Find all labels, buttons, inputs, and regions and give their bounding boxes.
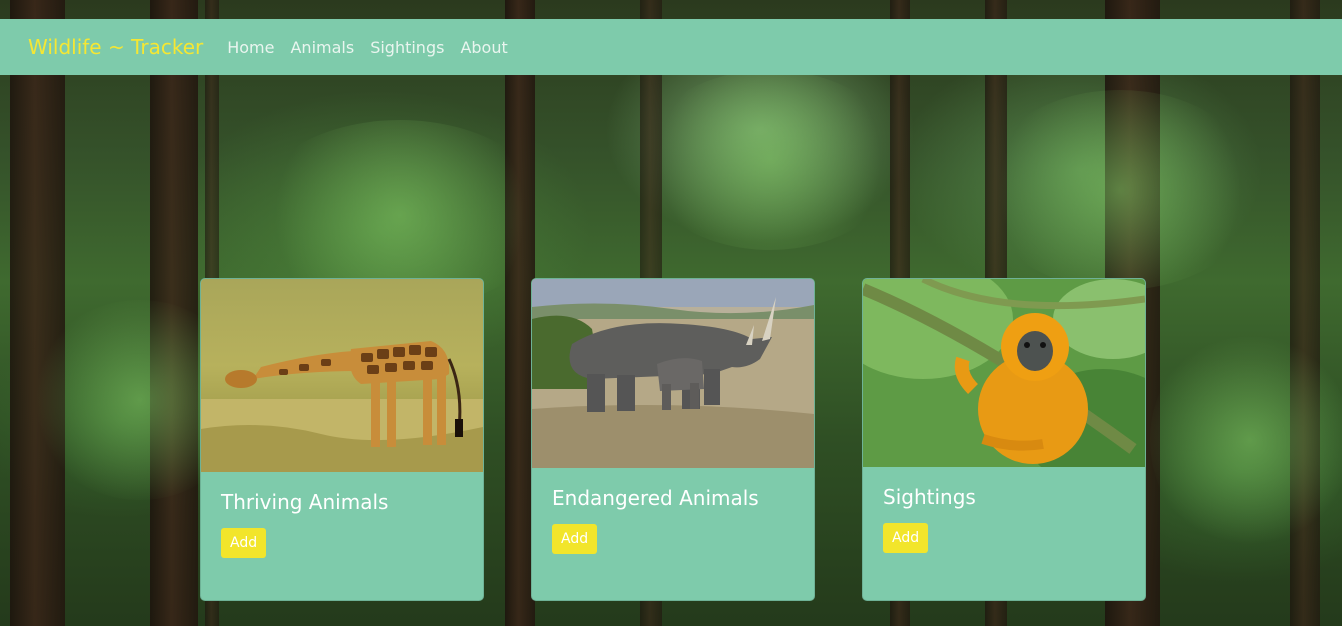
nav-link-animals[interactable]: Animals: [290, 38, 354, 57]
add-thriving-animal-button[interactable]: Add: [221, 528, 267, 558]
card-title: Sightings: [883, 485, 976, 509]
golden-monkey-image: [863, 279, 1145, 467]
add-sighting-button[interactable]: Add: [883, 523, 929, 553]
nav-link-sightings[interactable]: Sightings: [370, 38, 444, 57]
nav-link-about[interactable]: About: [460, 38, 507, 57]
card-title: Endangered Animals: [552, 486, 759, 510]
giraffe-image: [201, 279, 483, 472]
nav-link-home[interactable]: Home: [227, 38, 274, 57]
endangered-animals-card: Endangered Animals Add: [531, 278, 815, 601]
add-endangered-animal-button[interactable]: Add: [552, 524, 598, 554]
sightings-card: Sightings Add: [862, 278, 1146, 601]
card-body: Sightings Add: [863, 467, 1145, 553]
rhinoceros-image: [532, 279, 814, 468]
page: Wildlife ~ Tracker Home Animals Sighting…: [0, 0, 1342, 626]
card-body: Endangered Animals Add: [532, 468, 814, 554]
card-title: Thriving Animals: [221, 490, 389, 514]
thriving-animals-card: Thriving Animals Add: [200, 278, 484, 601]
brand-logo[interactable]: Wildlife ~ Tracker: [28, 35, 203, 59]
card-body: Thriving Animals Add: [201, 472, 483, 558]
navbar: Wildlife ~ Tracker Home Animals Sighting…: [0, 19, 1342, 75]
